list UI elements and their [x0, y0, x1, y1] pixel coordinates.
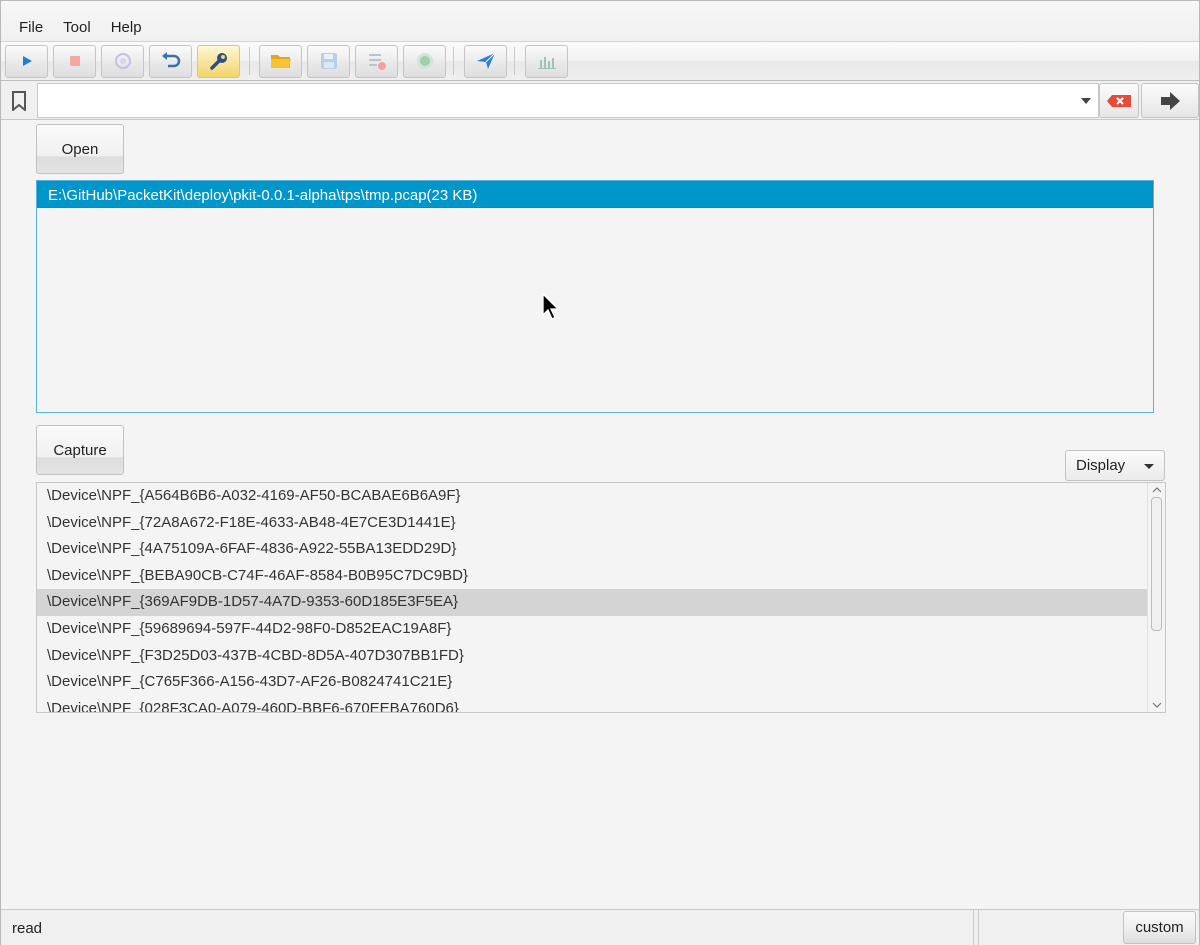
save-icon [320, 53, 337, 69]
restart-capture-button[interactable] [101, 44, 144, 78]
list-item-selected[interactable]: \Device\NPF_{369AF9DB-1D57-4A7D-9353-60D… [37, 589, 1148, 616]
status-bar: read [1, 909, 1199, 945]
clear-icon [1107, 94, 1131, 107]
list-item[interactable]: \Device\NPF_{59689694-597F-44D2-98F0-D85… [37, 616, 1148, 643]
stop-icon [69, 56, 80, 66]
restart-icon [114, 53, 131, 69]
menu-file[interactable]: File [9, 19, 53, 41]
save-file-button[interactable] [307, 44, 350, 78]
list-item[interactable]: \Device\NPF_{BEBA90CB-C74F-46AF-8584-B0B… [37, 563, 1148, 590]
record-button[interactable] [403, 44, 446, 78]
scroll-up-icon[interactable] [1152, 485, 1162, 495]
apply-filter-button[interactable] [1141, 83, 1199, 118]
list-item[interactable]: \Device\NPF_{4A75109A-6FAF-4836-A922-55B… [37, 536, 1148, 563]
status-separator [973, 910, 979, 945]
arrow-right-icon [1161, 91, 1180, 110]
toolbar-separator [453, 47, 454, 75]
list-item[interactable]: \Device\NPF_{72A8A672-F18E-4633-AB48-4E7… [37, 510, 1148, 537]
scroll-down-icon[interactable] [1152, 700, 1162, 710]
open-file-button[interactable] [259, 44, 302, 78]
recent-file-list: E:\GitHub\PacketKit\deploy\pkit-0.0.1-al… [36, 180, 1154, 413]
menu-help[interactable]: Help [101, 19, 152, 41]
chevron-down-icon [1144, 464, 1154, 469]
folder-open-icon [270, 55, 291, 68]
send-button[interactable] [464, 44, 507, 78]
device-list-scrollbar[interactable] [1147, 483, 1165, 712]
open-button[interactable]: Open [36, 124, 124, 174]
chevron-down-icon [1081, 97, 1091, 104]
undo-button[interactable] [149, 44, 192, 78]
statistics-button[interactable] [525, 44, 568, 78]
display-dropdown-label: Display [1076, 457, 1126, 474]
tools-button[interactable] [197, 44, 240, 78]
clear-filter-button[interactable] [1099, 83, 1139, 118]
mouse-cursor-icon [542, 293, 560, 320]
play-icon [22, 56, 32, 66]
undo-icon [161, 52, 180, 68]
statistics-icon [537, 57, 556, 69]
bookmark-icon [12, 90, 26, 111]
list-item[interactable]: E:\GitHub\PacketKit\deploy\pkit-0.0.1-al… [37, 181, 1153, 208]
menu-tool[interactable]: Tool [53, 19, 101, 41]
record-icon [416, 53, 433, 69]
menu-bar: File Tool Help [1, 1, 1199, 41]
status-text: read [12, 920, 43, 937]
display-dropdown[interactable]: Display [1065, 450, 1165, 481]
bookmark-button[interactable] [5, 85, 33, 116]
filter-bar [1, 81, 1199, 120]
main-window: File Tool Help Open E:\GitHub\PacketKit\… [0, 0, 1200, 945]
close-file-button[interactable] [355, 44, 398, 78]
toolbar-separator [514, 47, 515, 75]
filter-history-dropdown[interactable] [1073, 84, 1099, 117]
list-item[interactable]: \Device\NPF_{A564B6B6-A032-4169-AF50-BCA… [37, 483, 1148, 510]
toolbar [1, 41, 1199, 81]
send-icon [476, 52, 495, 69]
capture-button[interactable]: Capture [36, 425, 124, 475]
stop-capture-button[interactable] [53, 44, 96, 78]
list-item[interactable]: \Device\NPF_{028F3CA0-A079-460D-BBF6-670… [37, 696, 1148, 712]
list-item[interactable]: \Device\NPF_{F3D25D03-437B-4CBD-8D5A-407… [37, 643, 1148, 670]
custom-button[interactable]: custom [1123, 911, 1196, 944]
toolbar-separator [249, 47, 250, 75]
scrollbar-thumb[interactable] [1151, 497, 1162, 631]
filter-input[interactable] [37, 83, 1099, 118]
device-list: \Device\NPF_{A564B6B6-A032-4169-AF50-BCA… [36, 482, 1166, 713]
list-item[interactable]: \Device\NPF_{C765F366-A156-43D7-AF26-B08… [37, 669, 1148, 696]
close-file-icon [368, 54, 386, 70]
wrench-icon [209, 53, 227, 70]
start-capture-button[interactable] [5, 44, 48, 78]
